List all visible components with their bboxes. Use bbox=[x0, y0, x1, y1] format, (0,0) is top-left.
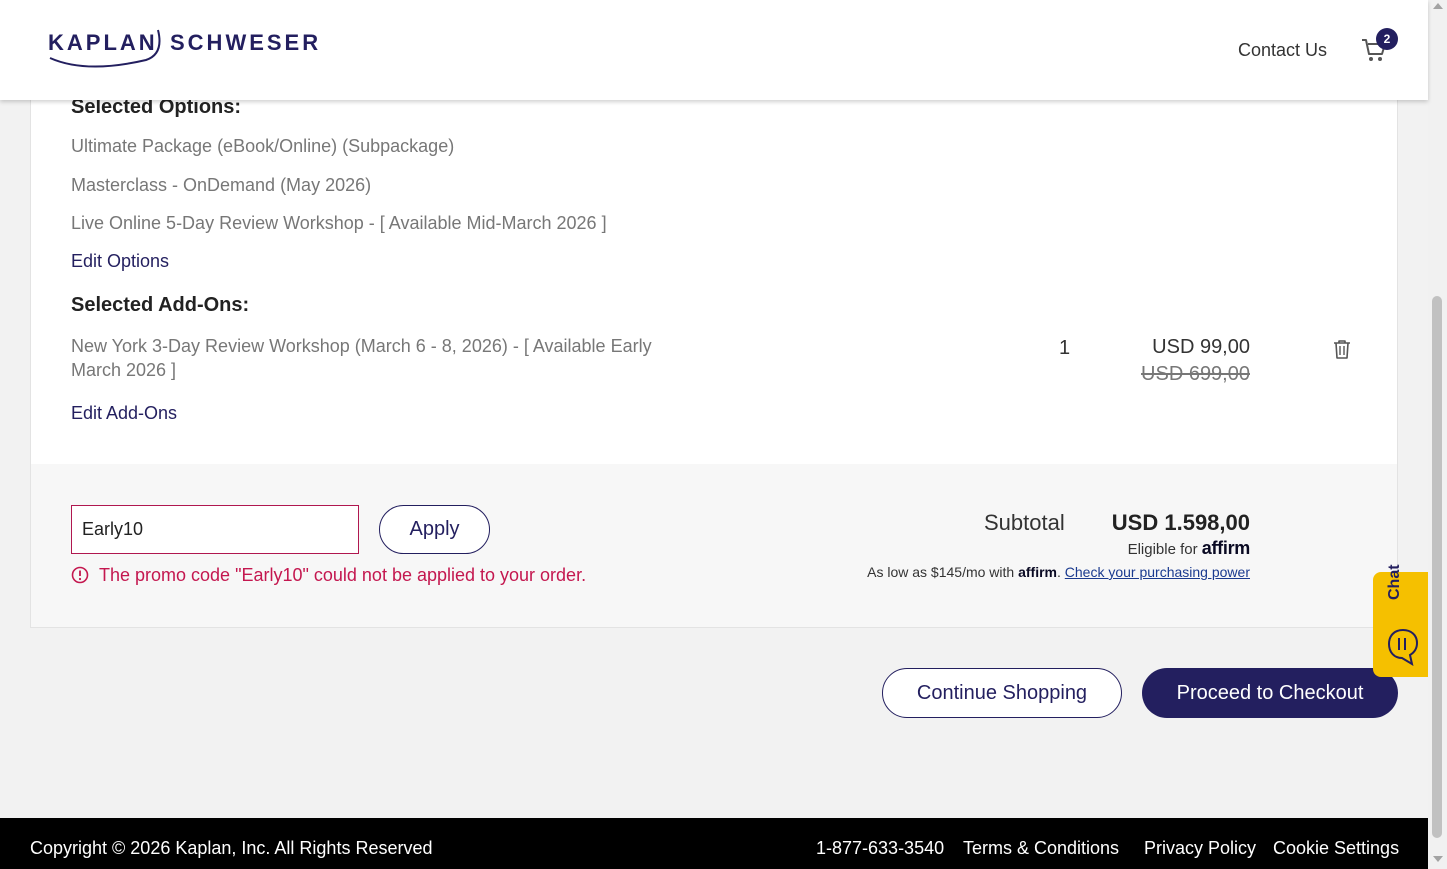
affirm-logo-small: affirm bbox=[1018, 564, 1057, 580]
option-item: Ultimate Package (eBook/Online) (Subpack… bbox=[71, 136, 455, 156]
affirm-eligible: Eligible for affirm bbox=[1127, 538, 1251, 559]
logo-text-kaplan: KAPLAN bbox=[48, 30, 158, 55]
option-item: Masterclass - OnDemand (May 2026) bbox=[71, 175, 372, 195]
apply-promo-button[interactable]: Apply bbox=[379, 505, 490, 554]
edit-addons-link[interactable]: Edit Add-Ons bbox=[71, 403, 177, 424]
logo-text-schweser: SCHWESER bbox=[170, 30, 322, 55]
purchasing-power-link[interactable]: Check your purchasing power bbox=[1065, 564, 1250, 580]
chat-label: Chat bbox=[1386, 564, 1403, 600]
footer-phone-link[interactable]: 1-877-633-3540 bbox=[816, 838, 944, 859]
trash-icon[interactable] bbox=[1331, 338, 1353, 360]
cart-count-badge: 2 bbox=[1376, 28, 1398, 50]
chat-bubble-icon bbox=[1387, 628, 1419, 666]
continue-shopping-button[interactable]: Continue Shopping bbox=[882, 668, 1122, 718]
addon-item-name: New York 3-Day Review Workshop (March 6 … bbox=[71, 336, 652, 380]
kaplan-schweser-logo[interactable]: KAPLAN SCHWESER bbox=[46, 26, 318, 70]
scroll-up-arrow-icon[interactable] bbox=[1433, 3, 1443, 9]
affirm-monthly: As low as $145/mo with affirm. Check you… bbox=[867, 564, 1250, 580]
scrollbar-thumb[interactable] bbox=[1432, 296, 1442, 838]
addon-quantity: 1 bbox=[1059, 337, 1071, 359]
addon-original-price: USD 699,00 bbox=[1141, 363, 1250, 385]
subtotal-label: Subtotal bbox=[984, 510, 1065, 535]
proceed-to-checkout-button[interactable]: Proceed to Checkout bbox=[1142, 668, 1398, 718]
footer-terms-link[interactable]: Terms & Conditions bbox=[963, 838, 1119, 859]
promo-code-input[interactable] bbox=[71, 505, 359, 554]
eligible-label: Eligible for bbox=[1127, 541, 1198, 558]
contact-us-link[interactable]: Contact Us bbox=[1238, 40, 1327, 61]
edit-options-link[interactable]: Edit Options bbox=[71, 251, 169, 272]
promo-error-message: The promo code "Early10" could not be ap… bbox=[99, 565, 587, 585]
scroll-down-arrow-icon[interactable] bbox=[1433, 856, 1443, 862]
selected-addons-heading: Selected Add-Ons: bbox=[71, 294, 250, 316]
footer-privacy-link[interactable]: Privacy Policy bbox=[1144, 838, 1256, 859]
subtotal-value: USD 1.598,00 bbox=[1111, 510, 1250, 535]
footer-cookie-settings-link[interactable]: Cookie Settings bbox=[1273, 838, 1399, 859]
copyright-text: Copyright © 2026 Kaplan, Inc. All Rights… bbox=[30, 838, 433, 858]
addon-price: USD 99,00 bbox=[1152, 336, 1250, 358]
site-header: KAPLAN SCHWESER Contact Us 2 bbox=[0, 0, 1428, 100]
as-low-as-text: As low as $145/mo with bbox=[867, 564, 1015, 580]
affirm-logo: affirm bbox=[1201, 538, 1251, 558]
option-item: Live Online 5-Day Review Workshop - [ Av… bbox=[71, 213, 607, 233]
error-icon bbox=[71, 566, 89, 584]
